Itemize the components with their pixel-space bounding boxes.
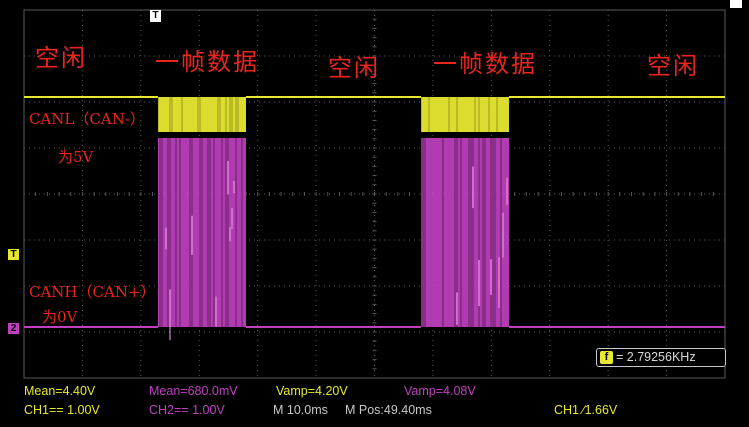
ch2-vamp: Vamp=4.08V [404,384,476,398]
timebase[interactable]: M 10.0ms [273,403,328,417]
annotation-idle-3: 空闲 [647,52,699,80]
annotation-canl-level: 为5V [58,148,94,166]
ch2-mean: Mean=680.0mV [149,384,238,398]
annotation-frame-2: 一帧数据 [433,50,537,78]
ch1-burst-block [421,97,509,132]
frequency-counter: f = 2.79256KHz [596,348,726,367]
top-right-marker [730,0,742,8]
ch2-waveform [24,138,725,341]
horizontal-position[interactable]: M Pos:49.40ms [345,403,432,417]
ch1-mean: Mean=4.40V [24,384,96,398]
annotation-canl-label: CANL（CAN-） [29,110,145,128]
annotation-idle-2: 空闲 [328,54,380,82]
frequency-icon: f [600,351,613,364]
ch2-scale[interactable]: CH2== 1.00V [149,403,225,417]
annotation-canh-level: 为0V [42,308,78,326]
annotation-frame-1: 一帧数据 [155,48,259,76]
ch1-vamp: Vamp=4.20V [276,384,348,398]
annotation-canh-label: CANH（CAN+） [29,283,156,301]
ch2-ground-marker[interactable]: 2 [8,323,19,334]
oscilloscope-screen: T T 2 空闲 一帧数据 空闲 一帧数据 空闲 CANL（CAN-） 为5V … [0,0,749,427]
trigger-setting[interactable]: CH1 ∕1.66V [554,403,617,417]
annotation-idle-1: 空闲 [35,44,87,72]
frequency-value: = 2.79256KHz [616,350,696,364]
ch2-burst-block [421,138,509,327]
trigger-level-marker[interactable]: T [8,249,19,260]
ch1-scale[interactable]: CH1== 1.00V [24,403,100,417]
trigger-position-marker[interactable]: T [150,10,161,22]
ch1-burst-block [158,97,246,132]
